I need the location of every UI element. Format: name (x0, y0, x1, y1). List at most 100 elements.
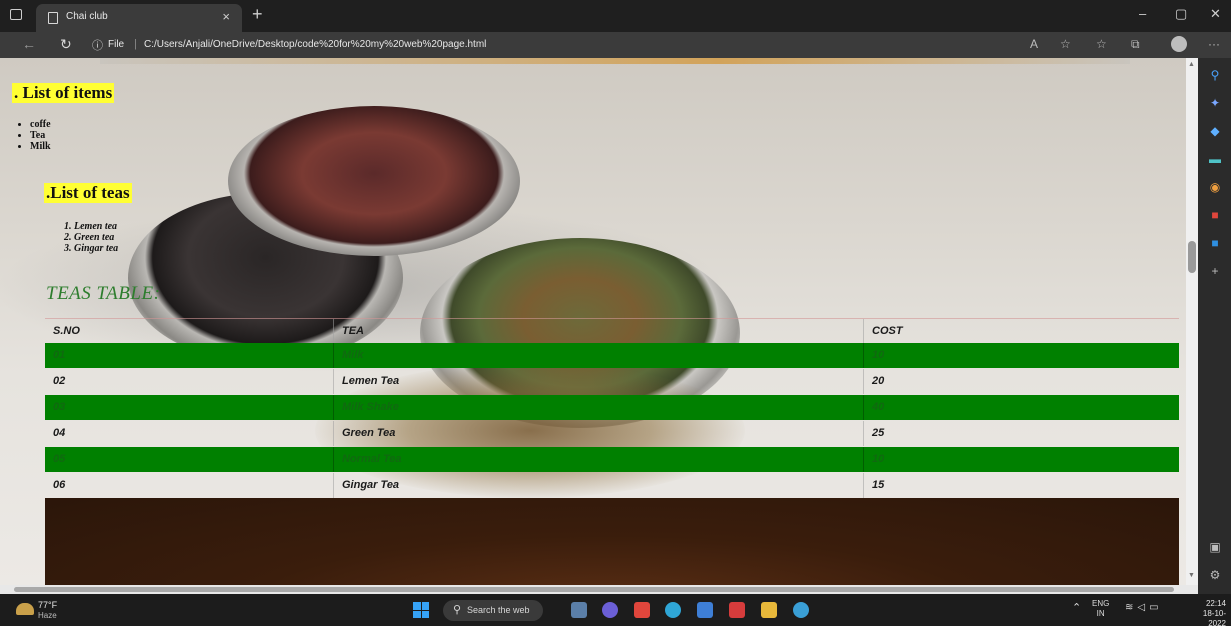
windows-logo-icon (421, 602, 429, 610)
table-cell: 01 (53, 349, 66, 361)
table-header-row: S.NO TEA COST (45, 318, 1179, 344)
table-cell: Gingar Tea (333, 473, 863, 498)
items-heading: . List of items (12, 83, 115, 103)
edge-sidebar: ⚲ ✦ ◆ ▬ ◉ ■ ■ + ▣ ⚙ (1198, 58, 1231, 594)
table-title: TEAS TABLE: (46, 283, 161, 304)
close-window-button[interactable]: ✕ (1210, 6, 1221, 22)
table-row: 01 Milk 10 (45, 343, 1179, 368)
outlook-icon[interactable]: ■ (1208, 236, 1222, 250)
sidebar-layout-icon[interactable]: ▣ (1208, 540, 1222, 554)
url-text[interactable]: C:/Users/Anjali/OneDrive/Desktop/code%20… (144, 39, 486, 50)
table-cell: 02 (53, 375, 66, 387)
file-explorer-icon[interactable] (761, 602, 777, 618)
address-bar-row: ← ↻ ⓘ File | C:/Users/Anjali/OneDrive/De… (0, 32, 1231, 58)
weather-condition[interactable]: Haze (38, 611, 57, 620)
language-code: ENG (1092, 599, 1110, 608)
address-bar[interactable]: ⓘ File | C:/Users/Anjali/OneDrive/Deskto… (92, 35, 1092, 55)
list-item: 1. Lemen tea (64, 221, 118, 232)
table-cell: 40 (863, 395, 1179, 420)
office-icon[interactable]: ■ (1208, 208, 1222, 222)
tab-close-button[interactable]: × (222, 9, 230, 24)
new-tab-button[interactable]: + (252, 4, 263, 24)
store-icon[interactable] (697, 602, 713, 618)
table-cell: 05 (53, 453, 66, 465)
start-button[interactable] (413, 602, 429, 618)
weather-icon[interactable] (16, 603, 34, 615)
back-arrow-icon[interactable]: ← (22, 36, 36, 52)
table-cell: 04 (53, 427, 66, 439)
language-indicator[interactable]: ENG IN (1092, 599, 1109, 619)
list-item: 2. Green tea (64, 232, 115, 243)
favorite-star-icon[interactable]: ☆ (1060, 37, 1071, 51)
more-menu-button[interactable]: ··· (1208, 37, 1220, 51)
mcafee-icon[interactable] (634, 602, 650, 618)
scrollbar-thumb[interactable] (14, 587, 1174, 592)
table-row: 02 Lemen Tea 20 (45, 369, 1179, 394)
taskbar-search[interactable]: ⚲ Search the web (443, 600, 543, 621)
chat-icon[interactable] (602, 602, 618, 618)
browser-app-icon[interactable] (793, 602, 809, 618)
tab-title: Chai club (66, 11, 108, 22)
wps-office-icon[interactable] (729, 602, 745, 618)
read-aloud-icon[interactable]: A (1030, 37, 1038, 51)
windows-logo-icon (413, 610, 421, 618)
teas-list: 1. Lemen tea 2. Green tea 3. Gingar tea (64, 221, 118, 254)
add-icon[interactable]: + (1208, 264, 1222, 278)
search-icon[interactable]: ⚲ (1208, 68, 1222, 82)
browser-tab[interactable]: Chai club × (36, 4, 242, 32)
search-placeholder: Search the web (467, 605, 530, 615)
refresh-icon[interactable]: ↻ (60, 36, 72, 53)
settings-gear-icon[interactable]: ⚙ (1208, 568, 1222, 582)
briefcase-icon[interactable]: ▬ (1208, 152, 1222, 166)
table-header-cell: COST (863, 319, 1179, 344)
task-view-icon[interactable] (571, 602, 587, 618)
table-cell: 15 (863, 473, 1179, 498)
windows-logo-icon (413, 602, 421, 610)
tray-status-icons[interactable]: ≋◁▭ (1125, 602, 1163, 613)
scroll-up-icon[interactable]: ▲ (1188, 61, 1195, 68)
scrollbar-thumb[interactable] (1188, 241, 1196, 273)
list-item: Tea (30, 130, 51, 141)
table-cell: 20 (863, 369, 1179, 394)
tag-icon[interactable]: ◆ (1208, 124, 1222, 138)
table-row: 06 Gingar Tea 15 (45, 473, 1179, 498)
table-cell: 03 (53, 401, 66, 413)
edge-icon[interactable] (665, 602, 681, 618)
search-icon: ⚲ (453, 604, 462, 616)
scroll-down-icon[interactable]: ▼ (1188, 572, 1195, 579)
vertical-scrollbar[interactable]: ▲ ▼ (1186, 58, 1198, 585)
table-cell: Green Tea (333, 421, 863, 446)
table-row: 05 Normal Tea 10 (45, 447, 1179, 472)
table-header-cell: S.NO (53, 325, 80, 337)
background-image-edge (100, 58, 1130, 64)
table-row: 04 Green Tea 25 (45, 421, 1179, 446)
clock-time: 22:14 (1205, 599, 1226, 608)
table-cell: 10 (863, 447, 1179, 472)
collections-icon[interactable]: ⧉ (1131, 37, 1140, 52)
games-icon[interactable]: ◉ (1208, 180, 1222, 194)
background-tea-tin (228, 106, 520, 256)
horizontal-scrollbar[interactable] (0, 585, 1198, 594)
tab-actions-icon[interactable] (10, 9, 22, 20)
page-viewport: . List of items coffe Tea Milk .List of … (0, 58, 1186, 585)
list-item: Milk (30, 141, 51, 152)
page-favicon-icon (48, 12, 58, 24)
site-info-icon[interactable]: ⓘ (92, 37, 103, 53)
table-row: 03 Milk Shake 40 (45, 395, 1179, 420)
browser-title-bar: Chai club × + – ▢ ✕ (0, 0, 1231, 32)
sparkle-icon[interactable]: ✦ (1208, 96, 1222, 110)
restore-button[interactable]: ▢ (1175, 6, 1187, 22)
clock[interactable]: 22:14 18-10-2022 (1186, 599, 1226, 626)
profile-avatar[interactable] (1171, 36, 1187, 52)
favorites-icon[interactable]: ☆ (1096, 37, 1107, 51)
list-item: coffe (30, 119, 51, 130)
minimize-button[interactable]: – (1139, 6, 1146, 21)
table-cell: 25 (863, 421, 1179, 446)
table-cell: Lemen Tea (333, 369, 863, 394)
protocol-label: File (108, 39, 125, 50)
windows-taskbar: 77°F Haze ⚲ Search the web ⌃ ENG IN ≋◁▭ … (0, 594, 1231, 626)
table-cell: Milk Shake (333, 395, 863, 420)
tray-overflow-icon[interactable]: ⌃ (1072, 601, 1081, 614)
table-cell: 06 (53, 479, 66, 491)
weather-temperature[interactable]: 77°F (38, 600, 57, 610)
